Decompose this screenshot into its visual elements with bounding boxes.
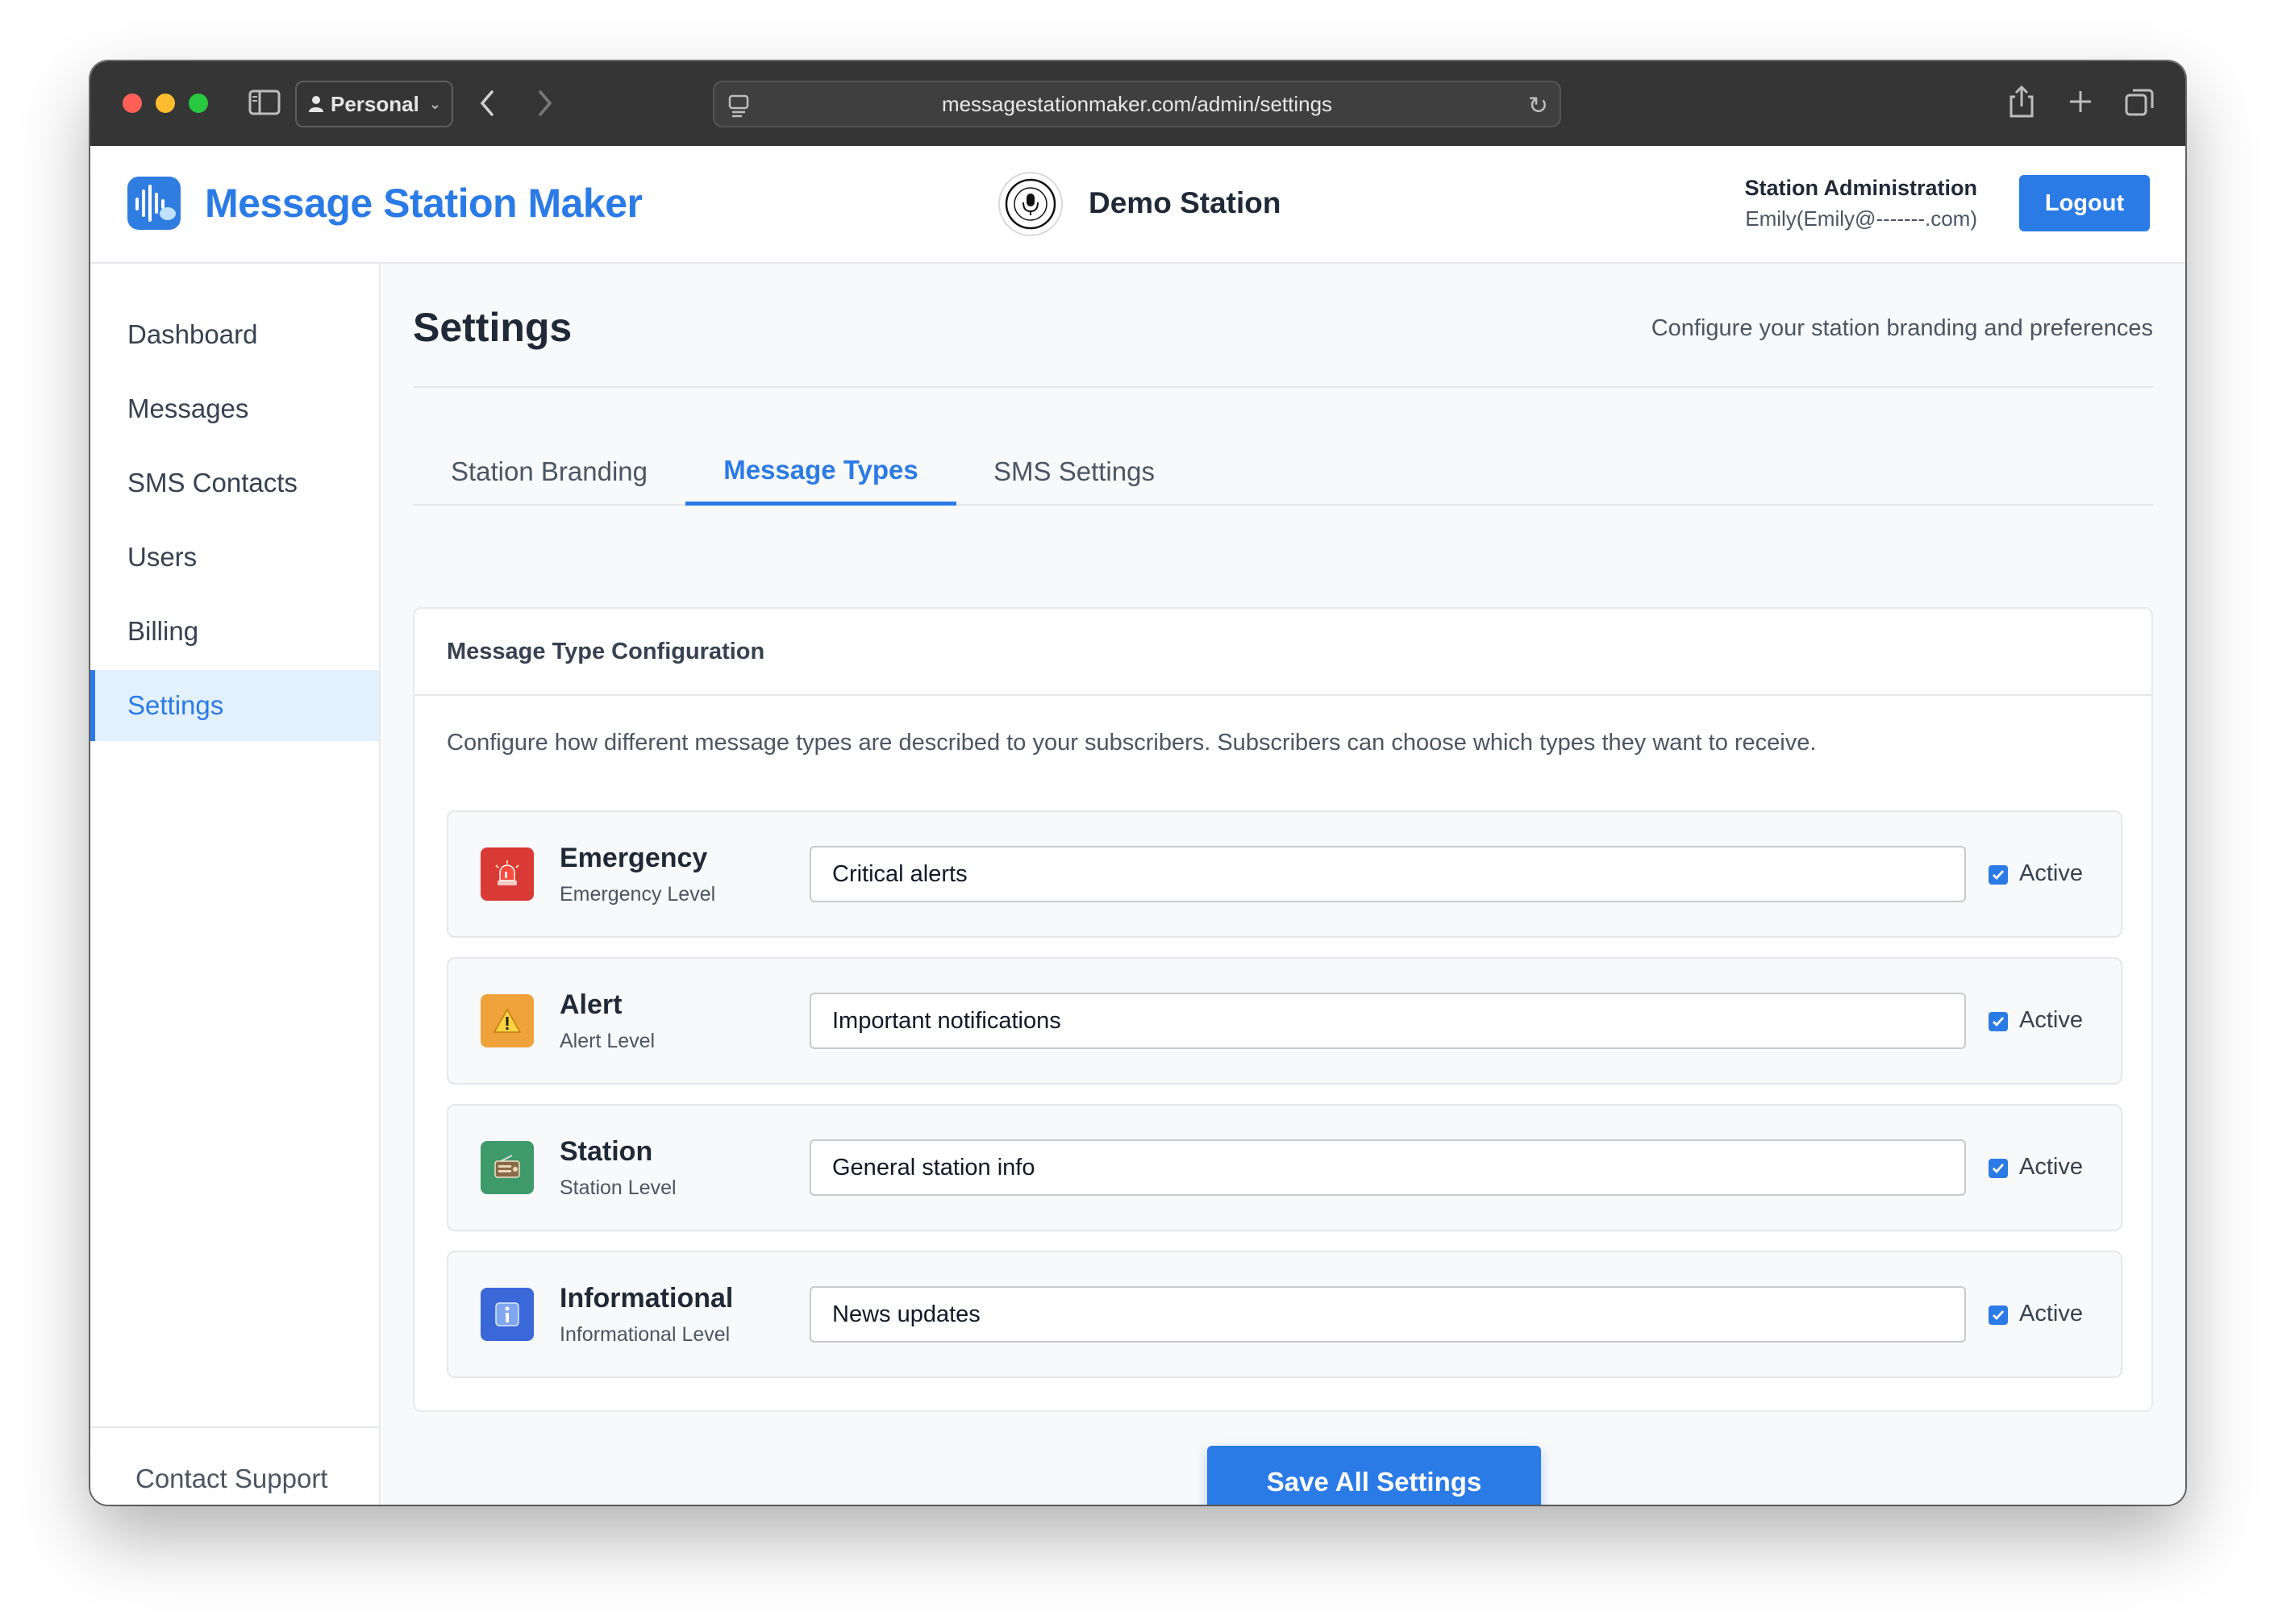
close-window-button[interactable] — [123, 94, 142, 113]
page-subtitle: Configure your station branding and pref… — [1651, 315, 2153, 341]
zoom-window-button[interactable] — [189, 94, 208, 113]
card-description: Configure how different message types ar… — [447, 730, 1817, 756]
save-all-settings-button[interactable]: Save All Settings — [1207, 1446, 1541, 1505]
message-type-description-input[interactable] — [810, 1139, 1966, 1196]
tab-message-types[interactable]: Message Types — [685, 438, 956, 506]
tab-station-branding[interactable]: Station Branding — [413, 438, 685, 506]
reload-icon[interactable]: ↻ — [1528, 92, 1548, 120]
main-content: Settings Configure your station branding… — [382, 264, 2185, 1505]
sidebar-item-messages[interactable]: Messages — [90, 373, 379, 444]
message-type-description-input[interactable] — [810, 846, 1966, 902]
sidebar: Dashboard Messages SMS Contacts Users Bi… — [90, 264, 381, 1505]
brand-title[interactable]: Message Station Maker — [205, 180, 643, 227]
app-logo-icon[interactable] — [127, 177, 181, 230]
warning-icon — [481, 994, 534, 1047]
forward-icon[interactable] — [535, 89, 555, 118]
message-type-level: Informational Level — [560, 1323, 731, 1346]
active-checkbox[interactable] — [1989, 865, 2008, 885]
message-type-card: Message Type Configuration Configure how… — [413, 607, 2153, 1412]
tab-sms-settings[interactable]: SMS Settings — [956, 438, 1192, 506]
browser-toolbar: Personal ⌄ messagestationmaker.com/admin… — [90, 61, 2185, 146]
sidebar-item-settings[interactable]: Settings — [90, 670, 379, 741]
url-text: messagestationmaker.com/admin/settings — [941, 91, 1333, 116]
admin-email: Emily(Emily@-------.com) — [1745, 206, 1977, 231]
active-label: Active — [2019, 1301, 2083, 1326]
profile-switcher[interactable]: Personal ⌄ — [295, 81, 453, 127]
message-type-name: Informational — [560, 1283, 734, 1314]
active-checkbox[interactable] — [1989, 1012, 2008, 1031]
message-type-row: Station Station Level Active — [447, 1104, 2122, 1231]
browser-window: Personal ⌄ messagestationmaker.com/admin… — [90, 61, 2185, 1505]
back-icon[interactable] — [477, 89, 497, 118]
logout-button[interactable]: Logout — [2019, 175, 2150, 231]
station-name: Demo Station — [1089, 186, 1281, 219]
message-type-description-input[interactable] — [810, 1286, 1966, 1343]
message-type-name: Emergency — [560, 843, 708, 873]
radio-icon — [481, 1141, 534, 1194]
siren-icon — [481, 847, 534, 901]
share-icon[interactable] — [2008, 84, 2035, 119]
settings-tabs: Station Branding Message Types SMS Setti… — [413, 438, 2153, 506]
message-type-level: Emergency Level — [560, 883, 716, 906]
card-title: Message Type Configuration — [414, 609, 2151, 696]
site-settings-icon[interactable] — [727, 94, 750, 123]
minimize-window-button[interactable] — [156, 94, 175, 113]
divider — [413, 386, 2153, 388]
admin-title: Station Administration — [1744, 176, 1978, 200]
message-type-name: Alert — [560, 989, 623, 1020]
active-checkbox[interactable] — [1989, 1159, 2008, 1178]
active-checkbox[interactable] — [1989, 1305, 2008, 1325]
sidebar-toggle-icon[interactable] — [248, 89, 281, 116]
message-type-level: Station Level — [560, 1176, 677, 1199]
sidebar-item-users[interactable]: Users — [90, 522, 379, 593]
new-tab-icon[interactable] — [2068, 89, 2093, 115]
message-type-row: Emergency Emergency Level Active — [447, 810, 2122, 938]
station-logo-icon — [998, 172, 1063, 236]
tab-overview-icon[interactable] — [2124, 87, 2155, 118]
person-icon — [309, 96, 323, 112]
message-type-row: Informational Informational Level Active — [447, 1251, 2122, 1378]
message-type-row: Alert Alert Level Active — [447, 957, 2122, 1085]
active-label: Active — [2019, 1154, 2083, 1180]
profile-label: Personal — [331, 91, 419, 116]
chevron-down-icon: ⌄ — [428, 95, 441, 112]
message-type-description-input[interactable] — [810, 993, 1966, 1049]
sidebar-item-billing[interactable]: Billing — [90, 596, 379, 667]
message-type-level: Alert Level — [560, 1030, 656, 1052]
window-controls — [123, 94, 208, 113]
message-type-name: Station — [560, 1136, 653, 1167]
active-label: Active — [2019, 860, 2083, 886]
sidebar-divider — [90, 1426, 379, 1428]
info-icon — [481, 1288, 534, 1341]
page-title: Settings — [413, 305, 573, 350]
sidebar-item-dashboard[interactable]: Dashboard — [90, 299, 379, 370]
address-bar[interactable]: messagestationmaker.com/admin/settings ↻ — [713, 81, 1561, 127]
app-header: Message Station Maker Demo Station Stati… — [90, 146, 2185, 264]
sidebar-item-sms-contacts[interactable]: SMS Contacts — [90, 448, 379, 518]
contact-support-link[interactable]: Contact Support — [135, 1464, 327, 1494]
active-label: Active — [2019, 1007, 2083, 1033]
